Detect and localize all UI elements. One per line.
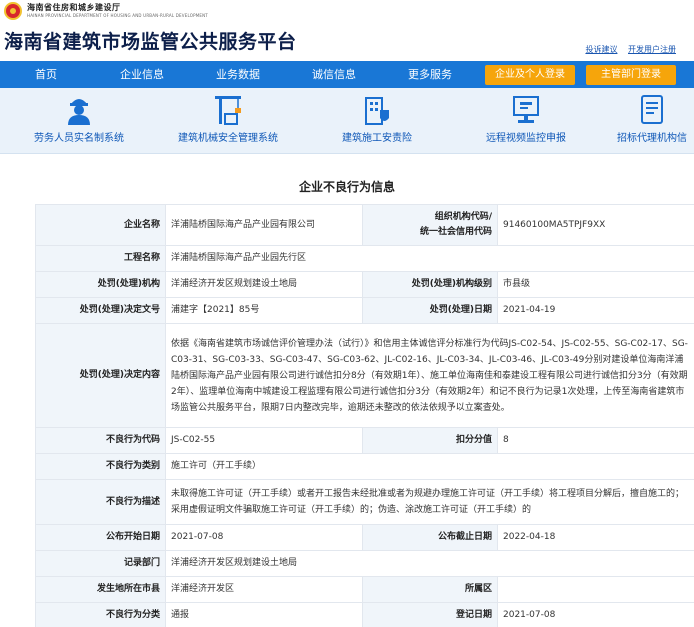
field-label: 扣分分值 xyxy=(362,427,498,454)
field-label: 记录部门 xyxy=(35,550,166,577)
table-row: 处罚(处理)决定内容 依据《海南省建筑市场诚信评价管理办法（试行）》和信用主体诚… xyxy=(35,323,694,428)
field-label: 组织机构代码/统一社会信用代码 xyxy=(362,204,498,246)
table-row: 公布开始日期 2021-07-08 公布截止日期 2022-04-18 xyxy=(35,524,694,551)
publish-end-value: 2022-04-18 xyxy=(497,524,694,551)
nav-business-data[interactable]: 业务数据 xyxy=(206,61,270,88)
field-label: 不良行为描述 xyxy=(35,479,166,525)
behavior-category-value: 施工许可（开工手续） xyxy=(165,453,694,480)
org-code-label-line1: 组织机构代码/ xyxy=(434,212,492,222)
department-name-en: HAINAN PROVINCIAL DEPARTMENT OF HOUSING … xyxy=(27,13,208,18)
field-label: 工程名称 xyxy=(35,245,166,272)
table-row: 记录部门 洋浦经济开发区规划建设土地局 xyxy=(35,550,694,577)
top-links: 投诉建议 开发用户注册 xyxy=(577,44,676,55)
field-label: 处罚(处理)机构级别 xyxy=(362,271,498,298)
field-label: 处罚(处理)机构 xyxy=(35,271,166,298)
nav-integrity-info[interactable]: 诚信信息 xyxy=(302,61,366,88)
service-safety-insurance[interactable]: 建筑施工安责险 xyxy=(312,92,442,150)
service-strip: 劳务人员实名制系统 建筑机械安全管理系统 建筑施工安责险 远程视频监控申报 招标… xyxy=(0,88,694,154)
company-name-value: 洋浦陆桥国际海产品产业园有限公司 xyxy=(165,204,363,246)
page-title: 企业不良行为信息 xyxy=(298,180,395,194)
district-value xyxy=(497,576,694,603)
table-row: 不良行为代码 JS-C02-55 扣分分值 8 xyxy=(35,427,694,454)
field-label: 处罚(处理)决定文号 xyxy=(35,297,166,324)
field-label: 发生地所在市县 xyxy=(35,576,166,603)
project-name-value: 洋浦陆桥国际海产品产业园先行区 xyxy=(165,245,694,272)
worker-icon xyxy=(68,99,90,125)
site-header: 海南省住房和城乡建设厅 HAINAN PROVINCIAL DEPARTMENT… xyxy=(0,0,694,60)
complaint-link[interactable]: 投诉建议 xyxy=(585,45,617,54)
bad-behavior-detail-table: 企业名称 洋浦陆桥国际海产品产业园有限公司 组织机构代码/统一社会信用代码 91… xyxy=(35,204,694,627)
field-label: 登记日期 xyxy=(362,602,498,627)
department-name: 海南省住房和城乡建设厅 xyxy=(27,3,121,12)
nav-home[interactable]: 首页 xyxy=(14,61,78,88)
table-row: 处罚(处理)决定文号 浦建字【2021】85号 处罚(处理)日期 2021-04… xyxy=(35,297,694,324)
field-label: 公布截止日期 xyxy=(362,524,498,551)
site-title: 海南省建筑市场监管公共服务平台 xyxy=(4,31,297,53)
developer-register-link[interactable]: 开发用户注册 xyxy=(628,45,676,54)
score-value: 8 xyxy=(497,427,694,454)
location-value: 洋浦经济开发区 xyxy=(165,576,363,603)
video-monitor-icon xyxy=(513,96,539,123)
decision-date-value: 2021-04-19 xyxy=(497,297,694,324)
table-row: 发生地所在市县 洋浦经济开发区 所属区 xyxy=(35,576,694,603)
table-row: 处罚(处理)机构 洋浦经济开发区规划建设土地局 处罚(处理)机构级别 市县级 xyxy=(35,271,694,298)
field-label: 处罚(处理)决定内容 xyxy=(35,323,166,428)
service-video-monitor[interactable]: 远程视频监控申报 xyxy=(461,92,591,150)
enterprise-login-button[interactable]: 企业及个人登录 xyxy=(485,65,575,85)
nav-enterprise-info[interactable]: 企业信息 xyxy=(110,61,174,88)
document-icon xyxy=(641,95,663,124)
authority-level-value: 市县级 xyxy=(497,271,694,298)
field-label: 企业名称 xyxy=(35,204,166,246)
behavior-code-value: JS-C02-55 xyxy=(165,427,363,454)
service-label: 远程视频监控申报 xyxy=(486,133,566,144)
service-label: 建筑施工安责险 xyxy=(342,133,412,144)
behavior-class-value: 通报 xyxy=(165,602,363,627)
insurance-building-icon xyxy=(365,97,389,125)
field-label: 公布开始日期 xyxy=(35,524,166,551)
field-label: 不良行为分类 xyxy=(35,602,166,627)
behavior-description-value: 未取得施工许可证（开工手续）或者开工报告未经批准或者为规避办理施工许可证（开工手… xyxy=(165,479,694,525)
table-row: 不良行为描述 未取得施工许可证（开工手续）或者开工报告未经批准或者为规避办理施工… xyxy=(35,479,694,525)
service-tender-agency[interactable]: 招标代理机构信 xyxy=(610,92,694,150)
crane-icon xyxy=(215,96,241,125)
service-machinery-safety[interactable]: 建筑机械安全管理系统 xyxy=(163,92,293,150)
recorder-value: 洋浦经济开发区规划建设土地局 xyxy=(165,550,694,577)
service-label: 建筑机械安全管理系统 xyxy=(178,133,278,144)
org-code-value: 91460100MA5TPJF9XX xyxy=(497,204,694,246)
service-worker-realname[interactable]: 劳务人员实名制系统 xyxy=(14,92,144,150)
org-code-label-line2: 统一社会信用代码 xyxy=(419,227,492,237)
authority-value: 洋浦经济开发区规划建设土地局 xyxy=(165,271,363,298)
field-label: 不良行为代码 xyxy=(35,427,166,454)
service-label: 招标代理机构信 xyxy=(617,133,687,144)
table-row: 企业名称 洋浦陆桥国际海产品产业园有限公司 组织机构代码/统一社会信用代码 91… xyxy=(35,204,694,246)
publish-start-value: 2021-07-08 xyxy=(165,524,363,551)
register-date-value: 2021-07-08 xyxy=(497,602,694,627)
table-row: 不良行为分类 通报 登记日期 2021-07-08 xyxy=(35,602,694,627)
decision-number-value: 浦建字【2021】85号 xyxy=(165,297,363,324)
national-emblem-icon xyxy=(4,2,22,20)
field-label: 所属区 xyxy=(362,576,498,603)
authority-login-button[interactable]: 主管部门登录 xyxy=(586,65,676,85)
field-label: 不良行为类别 xyxy=(35,453,166,480)
service-label: 劳务人员实名制系统 xyxy=(34,133,124,144)
nav-more-services[interactable]: 更多服务 xyxy=(398,61,462,88)
main-nav: 首页 企业信息 业务数据 诚信信息 更多服务 企业及个人登录 主管部门登录 xyxy=(0,61,694,88)
table-row: 不良行为类别 施工许可（开工手续） xyxy=(35,453,694,480)
table-row: 工程名称 洋浦陆桥国际海产品产业园先行区 xyxy=(35,245,694,272)
field-label: 处罚(处理)日期 xyxy=(362,297,498,324)
decision-content-value: 依据《海南省建筑市场诚信评价管理办法（试行）》和信用主体诚信评分标准行为代码JS… xyxy=(165,323,694,428)
